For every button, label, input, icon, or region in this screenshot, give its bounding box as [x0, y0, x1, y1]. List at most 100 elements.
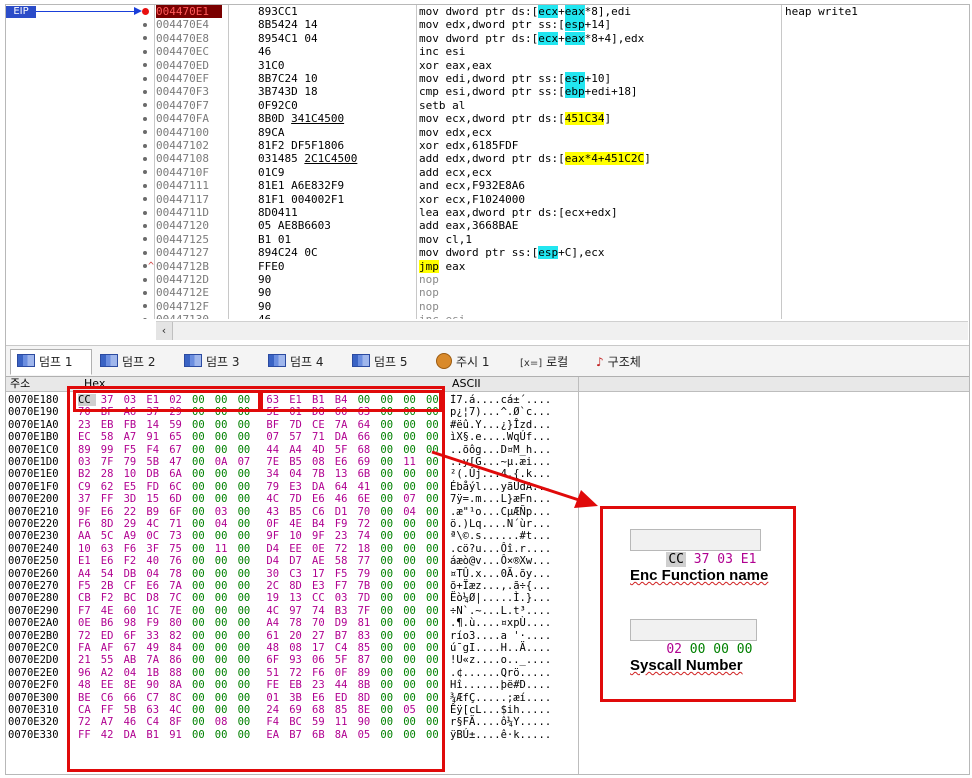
line-bullet-icon[interactable] — [143, 210, 147, 215]
disasm-bytes: 01C9 — [258, 165, 285, 179]
line-bullet-icon[interactable] — [143, 290, 147, 295]
disasm-row[interactable]: 004470E8 8954C1 04 mov dword ptr ds:[ecx+e… — [6, 31, 969, 45]
instruction-token: ecx — [538, 5, 559, 18]
disasm-row[interactable]: 0044712F 90 nop — [6, 300, 969, 313]
scroll-left-icon[interactable]: ‹ — [156, 322, 173, 340]
line-bullet-icon[interactable] — [143, 89, 147, 94]
disasm-row[interactable]: 00447111 81E1 A6E832F9 and ecx,F932E8A6 — [6, 179, 969, 192]
watch-icon — [436, 353, 452, 369]
line-bullet-icon[interactable] — [143, 237, 147, 242]
instruction-token: + — [558, 5, 565, 18]
tab-7[interactable]: [x=] 로컬 — [514, 350, 586, 374]
syscall-number-text: Syscall Number — [630, 657, 743, 674]
disasm-row[interactable]: 00447117 81F1 004002F1 xor ecx,F1024000 — [6, 193, 969, 206]
line-bullet-icon[interactable] — [143, 264, 147, 269]
disasm-row[interactable]: 00447102 81F2 DF5F1806 xor edx,6185FDF — [6, 139, 969, 152]
instruction-token: and ecx,F932E8A6 — [419, 179, 525, 193]
dump-address: 0070E190 — [8, 406, 59, 419]
dump-ascii: Êÿ[cL...$ih..... — [450, 704, 552, 716]
disasm-bytes: 031485 2C1C4500 — [258, 152, 358, 166]
dump-address: 0070E1D0 — [8, 456, 59, 468]
disasm-row[interactable]: 004470F3 3B743D 18 cmp esi,dword ptr ss:[e… — [6, 85, 969, 99]
disassembly-hscrollbar[interactable]: ‹ — [156, 321, 968, 340]
line-bullet-icon[interactable] — [143, 116, 147, 121]
dump-address: 0070E200 — [8, 493, 59, 506]
tab-6[interactable]: 주시 1 — [430, 350, 510, 374]
pane-separator — [578, 377, 579, 774]
line-bullet-icon[interactable] — [143, 223, 147, 228]
line-bullet-icon[interactable] — [143, 130, 147, 135]
tab-4[interactable]: 덤프 4 — [262, 350, 342, 374]
line-bullet-icon[interactable] — [143, 183, 147, 188]
dump-ascii: .¶.ù....¤xpÙ.... — [450, 617, 552, 630]
tab-5[interactable]: 덤프 5 — [346, 350, 426, 374]
tab-8[interactable]: ♪ 구조체 — [590, 350, 676, 374]
memory-dump-icon — [268, 354, 286, 367]
disassembly-pane[interactable]: EIP 004470E1 893CC1 mov dword ptr ds:[ecx+… — [6, 5, 969, 319]
disasm-row[interactable]: 004470F7 0F92C0 setb al — [6, 99, 969, 112]
disasm-address: 00447120 — [156, 219, 209, 233]
bytes-reference: 2C1C4500 — [304, 152, 358, 166]
line-bullet-icon[interactable] — [143, 22, 147, 27]
disasm-instruction: mov dword ptr ds:[ecx+eax*8],edi — [419, 5, 779, 18]
disasm-row[interactable]: ^ 0044712B FFE0 jmp eax — [6, 259, 969, 273]
dump-address: 0070E330 — [8, 728, 59, 741]
disasm-row[interactable]: 0044712D 90 nop — [6, 273, 969, 286]
disasm-row[interactable]: 0044711D 8D0411 lea eax,dword ptr ds:[ecx+… — [6, 206, 969, 219]
line-bullet-icon[interactable] — [143, 103, 147, 108]
tab-3[interactable]: 덤프 3 — [178, 350, 258, 374]
line-bullet-icon[interactable] — [143, 76, 147, 81]
line-bullet-icon[interactable] — [143, 250, 147, 255]
disasm-row[interactable]: 00447127 894C24 0C mov dword ptr ss:[esp+C… — [6, 246, 969, 260]
breakpoint-dot-icon[interactable] — [142, 8, 149, 15]
locals-icon: [x=] — [520, 358, 543, 369]
dump-ascii: p¿¦7)...^.Ø`c... — [450, 406, 552, 419]
disasm-instruction: xor edx,6185FDF — [419, 139, 779, 152]
disasm-row[interactable]: 00447120 05 AE8B6603 add eax,3668BAE — [6, 219, 969, 232]
disasm-row[interactable]: 004470EF 8B7C24 10 mov edi,dword ptr ss:[e… — [6, 72, 969, 85]
disasm-address: 00447108 — [156, 152, 209, 166]
instruction-token: jmp — [419, 259, 439, 273]
instruction-token: +10] — [584, 72, 612, 85]
disasm-address: 004470EC — [156, 45, 209, 59]
disasm-row[interactable]: 0044712E 90 nop — [6, 286, 969, 299]
disasm-row[interactable]: 004470FA 8B0D 341C4500 mov ecx,dword ptr d… — [6, 112, 969, 126]
line-bullet-icon[interactable] — [143, 36, 147, 41]
line-bullet-icon[interactable] — [143, 197, 147, 202]
disasm-row[interactable]: 004470E4 8B5424 14 mov edx,dword ptr ss:[e… — [6, 18, 969, 32]
disasm-instruction: mov edx,ecx — [419, 126, 779, 139]
line-bullet-icon[interactable] — [143, 170, 147, 175]
dump-ascii: ú¯gI....H..Ä.... — [450, 642, 552, 654]
disasm-address: 004470E4 — [156, 18, 209, 32]
line-bullet-icon[interactable] — [143, 317, 147, 319]
annotation-enc-function-box — [73, 390, 263, 412]
tab-2[interactable]: 덤프 2 — [94, 350, 174, 374]
disasm-row[interactable]: 00447108 031485 2C1C4500 add edx,dword ptr… — [6, 152, 969, 166]
tab-1[interactable]: 덤프 1 — [10, 349, 92, 375]
disasm-row[interactable]: 004470E1 893CC1 mov dword ptr ds:[ecx+eax*… — [6, 5, 969, 19]
dump-ascii: ..õôg...D¤M_h... — [450, 443, 552, 456]
instruction-token: inc esi — [419, 45, 466, 59]
disasm-row[interactable]: 00447100 89CA mov edx,ecx — [6, 126, 969, 139]
line-bullet-icon[interactable] — [143, 63, 147, 68]
line-bullet-icon[interactable] — [143, 277, 147, 282]
disasm-row[interactable]: 004470ED 31C0 xor eax,eax — [6, 59, 969, 72]
dump-address: 0070E2A0 — [8, 617, 59, 630]
disasm-row[interactable]: 0044710F 01C9 add ecx,ecx — [6, 166, 969, 179]
disasm-bytes: 89CA — [258, 125, 285, 139]
disasm-bytes: 8D0411 — [258, 206, 298, 219]
line-bullet-icon[interactable] — [143, 156, 147, 161]
disasm-bytes: 90 — [258, 299, 272, 313]
dump-address: 0070E240 — [8, 542, 59, 555]
line-bullet-icon[interactable] — [143, 49, 147, 54]
instruction-token: eax*4+451C2C — [564, 152, 645, 166]
bytes-reference: 341C4500 — [291, 112, 345, 126]
memory-dump-icon — [352, 354, 370, 367]
dump-address: 0070E2D0 — [8, 654, 59, 667]
disasm-row[interactable]: 00447130 46inc esi — [6, 313, 969, 319]
line-bullet-icon[interactable] — [143, 304, 147, 309]
disasm-row[interactable]: 004470EC 46 inc esi — [6, 45, 969, 58]
disasm-bytes: FFE0 — [258, 259, 285, 273]
line-bullet-icon[interactable] — [143, 143, 147, 148]
disasm-row[interactable]: 00447125 B1 01 mov cl,1 — [6, 233, 969, 246]
